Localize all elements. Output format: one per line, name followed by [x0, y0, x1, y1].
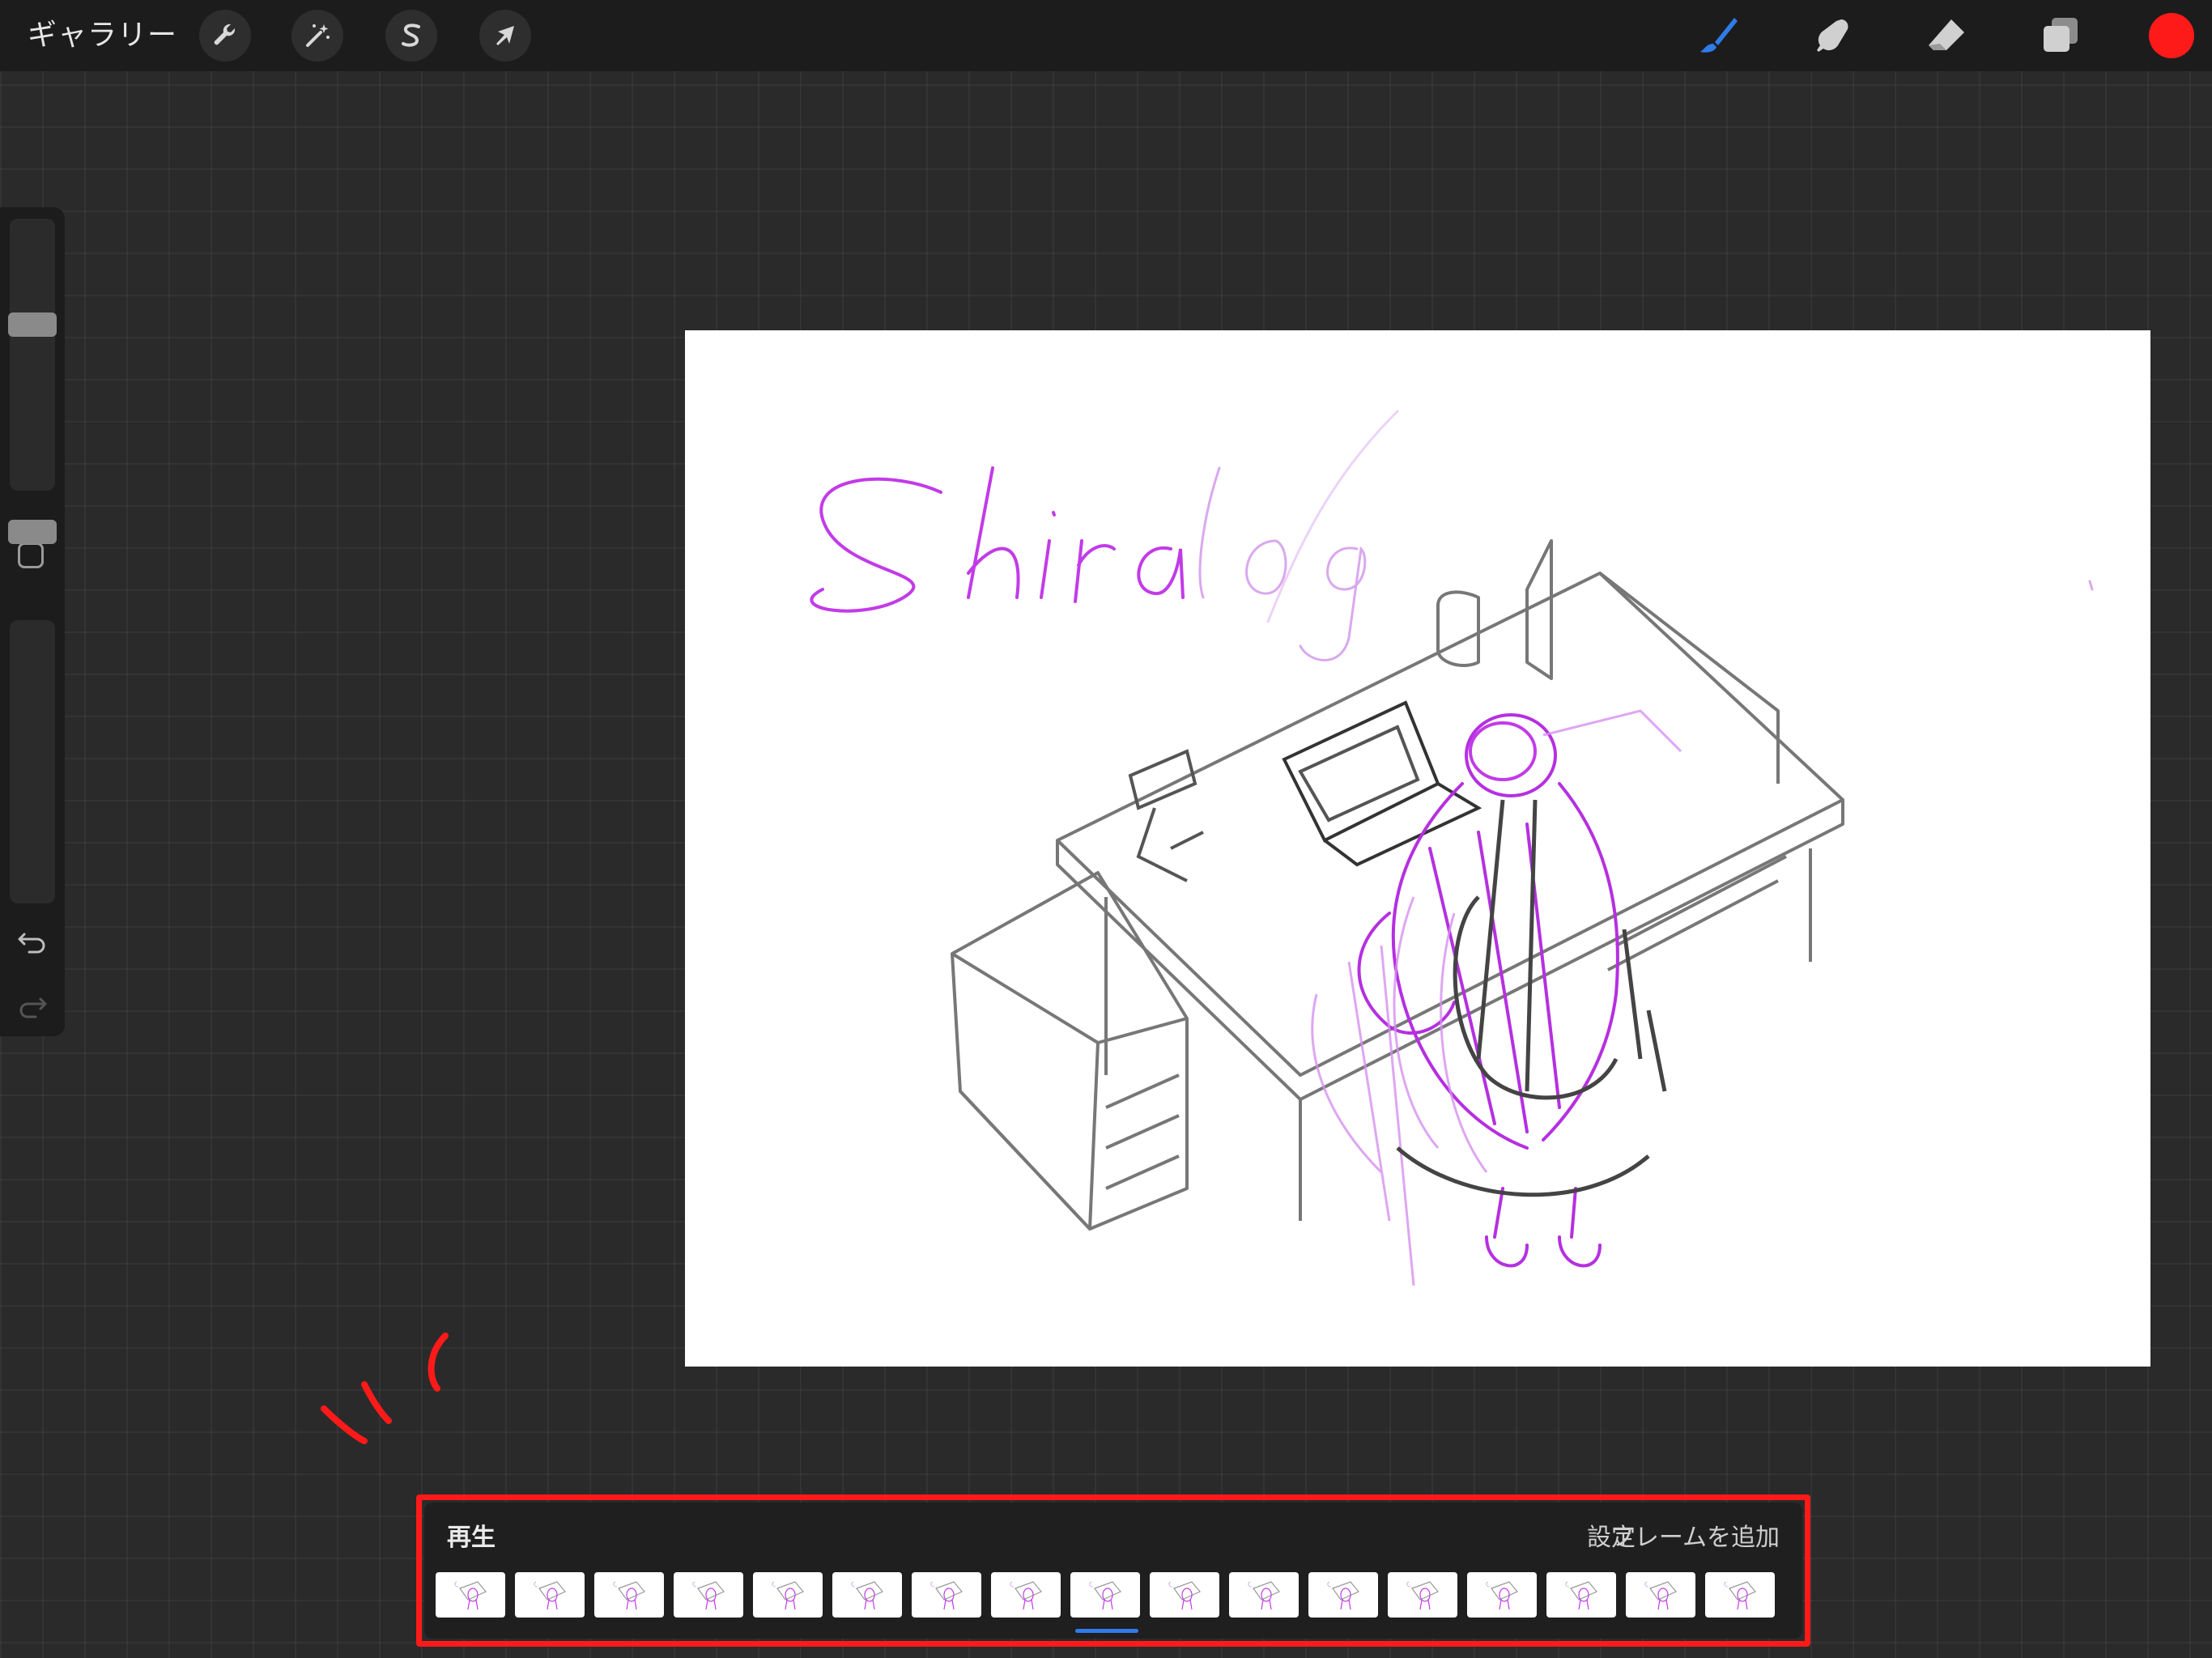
frame-thumbnail[interactable] — [1467, 1572, 1537, 1618]
frame-preview — [1724, 1581, 1756, 1610]
frame-thumbnail[interactable] — [1070, 1572, 1140, 1618]
frame-preview — [613, 1581, 645, 1610]
frame-thumbnail[interactable] — [1705, 1572, 1775, 1618]
lamp-sketch — [1128, 749, 1204, 882]
frame-thumbnail[interactable] — [594, 1572, 664, 1618]
left-sidebar — [0, 207, 65, 1036]
opacity-thumb[interactable] — [8, 520, 57, 544]
eraser-button[interactable] — [1921, 10, 1972, 62]
gallery-button[interactable]: ギャラリー — [28, 15, 177, 57]
frame-preview — [1565, 1581, 1597, 1610]
frame-preview — [534, 1581, 566, 1610]
brush-icon — [1700, 18, 1738, 53]
frame-preview — [1089, 1581, 1121, 1610]
transform-button[interactable] — [479, 10, 531, 62]
frame-preview — [1486, 1581, 1518, 1610]
frame-preview — [930, 1581, 963, 1610]
frame-thumbnail[interactable] — [674, 1572, 743, 1618]
frame-thumbnail[interactable] — [1388, 1572, 1457, 1618]
frame-thumbnail[interactable] — [1229, 1572, 1299, 1618]
brush-size-thumb[interactable] — [8, 312, 57, 338]
frame-thumbnail[interactable] — [832, 1572, 902, 1618]
frame-thumbnail[interactable] — [515, 1572, 585, 1618]
arrow-cursor-icon — [496, 26, 514, 45]
eraser-icon — [1929, 19, 1964, 50]
frame-preview — [1327, 1581, 1359, 1610]
animation-timeline: 再生 設定 フレームを追加 — [424, 1503, 1802, 1639]
frame-thumbnail[interactable] — [991, 1572, 1061, 1618]
play-button[interactable]: 再生 — [447, 1517, 496, 1553]
frame-preview — [1406, 1581, 1439, 1610]
undo-arrow-icon[interactable] — [15, 923, 50, 959]
frame-preview — [1168, 1581, 1201, 1610]
actions-button[interactable] — [199, 10, 251, 62]
figure-sketch — [1357, 713, 1619, 1268]
sketch-artwork — [810, 410, 2094, 1286]
layers-icon — [2044, 18, 2078, 52]
add-frame-button[interactable]: フレームを追加 — [1610, 1517, 1780, 1553]
frame-preview — [1248, 1581, 1280, 1610]
frame-preview — [454, 1581, 487, 1610]
frame-thumbnail[interactable] — [1150, 1572, 1219, 1618]
drawing-canvas[interactable] — [685, 330, 2150, 1367]
brush-button[interactable] — [1692, 10, 1744, 62]
layers-button[interactable] — [2034, 10, 2086, 62]
frame-preview — [1010, 1581, 1042, 1610]
annotation-marks — [321, 1333, 449, 1444]
modify-button[interactable] — [18, 542, 44, 568]
frame-preview — [772, 1581, 804, 1610]
frame-strip — [436, 1572, 1784, 1621]
frame-preview — [692, 1581, 725, 1610]
selection-s-icon — [402, 23, 420, 47]
frame-preview — [851, 1581, 883, 1610]
frame-thumbnail[interactable] — [1308, 1572, 1378, 1618]
smudge-finger-icon — [1817, 19, 1848, 52]
frame-preview — [1644, 1581, 1677, 1610]
brush-size-slider[interactable] — [10, 219, 55, 491]
laptop-sketch — [1282, 700, 1482, 867]
smudge-button[interactable] — [1807, 10, 1859, 62]
opacity-slider[interactable] — [10, 620, 55, 903]
frame-thumbnail[interactable] — [753, 1572, 823, 1618]
top-toolbar: ギャラリー — [0, 0, 2212, 71]
frame-thumbnail[interactable] — [912, 1572, 981, 1618]
handwriting-shiralog — [810, 466, 1185, 613]
frame-thumbnail[interactable] — [436, 1572, 505, 1618]
adjustments-button[interactable] — [291, 10, 343, 62]
wrench-icon — [214, 23, 236, 45]
magic-wand-icon — [306, 24, 330, 47]
frame-thumbnail[interactable] — [1546, 1572, 1616, 1618]
selection-button[interactable] — [385, 10, 437, 62]
handwriting-faded — [1198, 410, 2094, 661]
redo-arrow-icon[interactable] — [15, 988, 50, 1023]
selected-frame-indicator — [1075, 1629, 1138, 1633]
color-picker-button[interactable] — [2149, 13, 2194, 58]
frame-thumbnail[interactable] — [1626, 1572, 1695, 1618]
